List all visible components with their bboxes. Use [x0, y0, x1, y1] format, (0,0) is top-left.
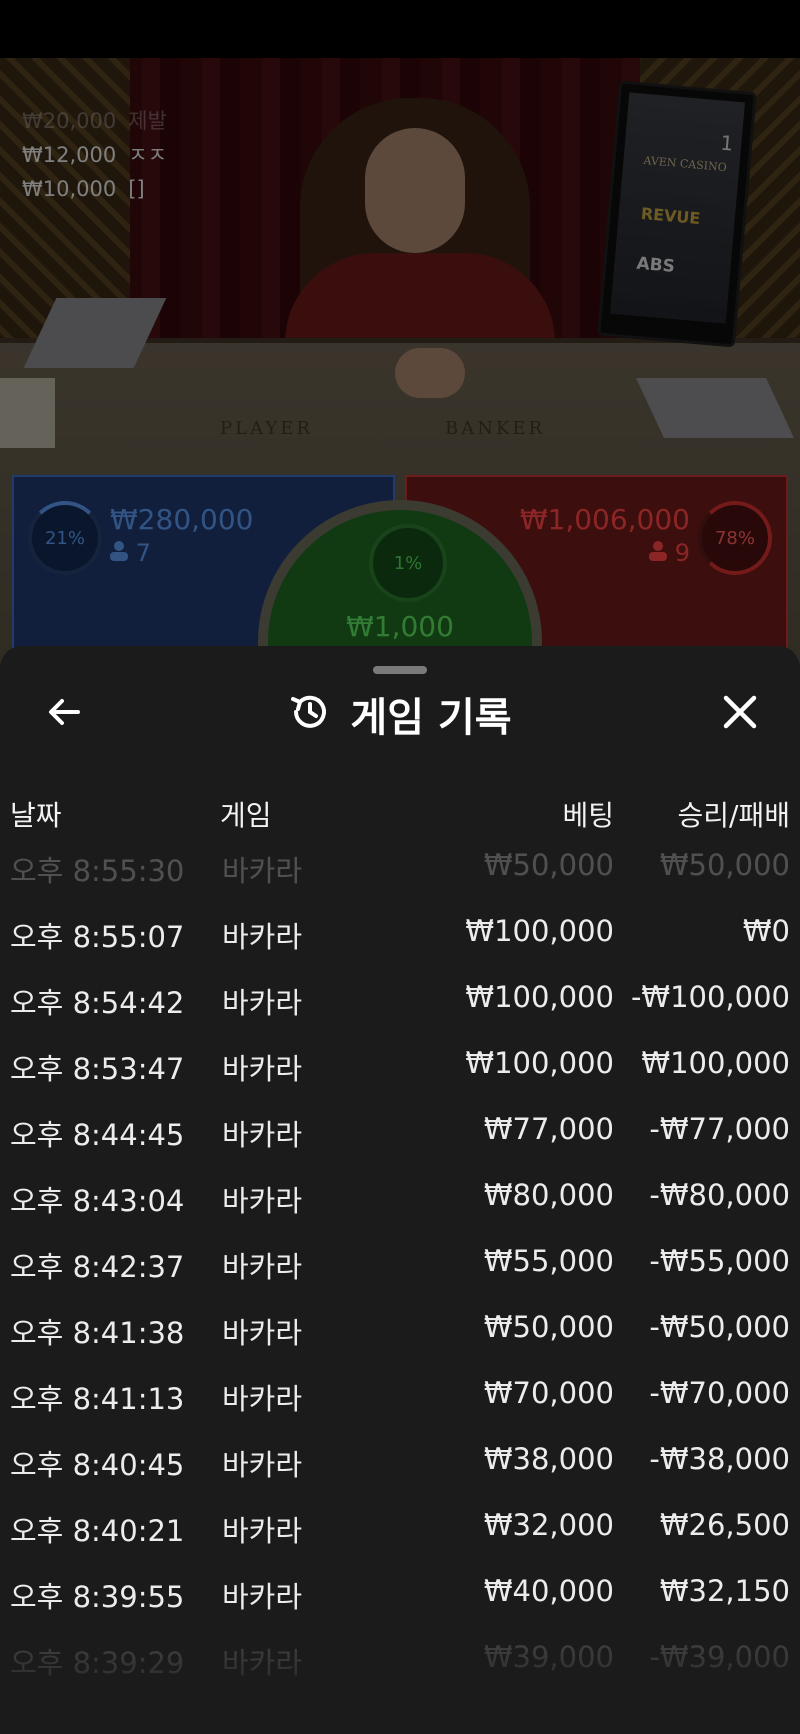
history-table: 오후 8:55:30 바카라 ₩50,000 ₩50,000 오후 8:55:07 바카… — [0, 836, 800, 1694]
table-row[interactable]: 오후 8:39:55 바카라 ₩40,000 ₩32,150 — [0, 1562, 800, 1628]
table-row[interactable]: 오후 8:53:47 바카라 ₩100,000 ₩100,000 — [0, 1034, 800, 1100]
column-header-game: 게임 — [220, 799, 272, 832]
table-row[interactable]: 오후 8:55:30 바카라 ₩50,000 ₩50,000 — [0, 836, 800, 902]
column-header-winloss: 승리/패배 — [677, 799, 790, 832]
history-clock-icon — [288, 690, 332, 738]
table-row[interactable]: 오후 8:55:07 바카라 ₩100,000 ₩0 — [0, 902, 800, 968]
column-header-date: 날짜 — [10, 799, 62, 832]
table-row[interactable]: 오후 8:40:21 바카라 ₩32,000 ₩26,500 — [0, 1496, 800, 1562]
table-row[interactable]: 오후 8:40:45 바카라 ₩38,000 -₩38,000 — [0, 1430, 800, 1496]
status-bar — [0, 0, 800, 58]
close-button[interactable] — [716, 690, 764, 738]
drag-handle[interactable] — [373, 666, 427, 674]
close-icon — [720, 692, 760, 736]
table-row[interactable]: 오후 8:39:29 바카라 ₩39,000 -₩39,000 — [0, 1628, 800, 1694]
table-row[interactable]: 오후 8:54:42 바카라 ₩100,000 -₩100,000 — [0, 968, 800, 1034]
table-row[interactable]: 오후 8:44:45 바카라 ₩77,000 -₩77,000 — [0, 1100, 800, 1166]
page-title: 게임 기록 — [350, 695, 512, 741]
column-header-bet: 베팅 — [562, 799, 614, 832]
table-row[interactable]: 오후 8:43:04 바카라 ₩80,000 -₩80,000 — [0, 1166, 800, 1232]
sheet-header: 게임 기록 — [0, 686, 800, 742]
table-row[interactable]: 오후 8:41:13 바카라 ₩70,000 -₩70,000 — [0, 1364, 800, 1430]
backdrop-overlay[interactable] — [0, 58, 800, 678]
table-row[interactable]: 오후 8:42:37 바카라 ₩55,000 -₩55,000 — [0, 1232, 800, 1298]
game-history-sheet: 게임 기록 날짜 게임 베팅 승리/패배 오후 8:55:30 바카라 ₩50,00… — [0, 646, 800, 1734]
table-row[interactable]: 오후 8:41:38 바카라 ₩50,000 -₩50,000 — [0, 1298, 800, 1364]
